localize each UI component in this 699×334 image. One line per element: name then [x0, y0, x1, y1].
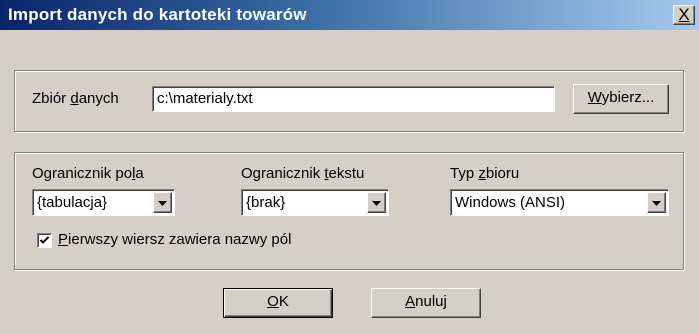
text-delimiter-dropdown-button[interactable] [367, 192, 386, 213]
text-delimiter-value: {brak} [246, 194, 286, 211]
ok-button[interactable]: OK [223, 288, 333, 318]
header-row-label[interactable]: Pierwszy wiersz zawiera nazwy pól [58, 231, 291, 248]
field-delimiter-dropdown-button[interactable] [153, 192, 172, 213]
file-type-value: Windows (ANSI) [455, 194, 566, 211]
close-icon: X [678, 5, 690, 24]
file-type-label: Typ zbioru [450, 165, 520, 182]
field-delimiter-label: Ogranicznik pola [32, 165, 144, 182]
text-delimiter-label: Ogranicznik tekstu [241, 165, 365, 182]
chevron-down-icon [652, 201, 661, 206]
browse-button[interactable]: Wybierz... [573, 84, 669, 114]
window-title: Import danych do kartoteki towarów [8, 5, 307, 24]
dataset-label: Zbiór danych [32, 90, 119, 107]
checkmark-icon [39, 236, 50, 244]
field-delimiter-select[interactable]: {tabulacja} [32, 189, 175, 216]
close-button[interactable]: X [673, 5, 695, 25]
chevron-down-icon [158, 201, 167, 206]
dataset-path-field[interactable] [152, 86, 555, 112]
chevron-down-icon [372, 201, 381, 206]
field-delimiter-value: {tabulacja} [37, 194, 108, 211]
file-type-select[interactable]: Windows (ANSI) [450, 189, 669, 216]
dataset-path-input[interactable] [157, 90, 518, 107]
header-row-checkbox[interactable] [37, 233, 52, 248]
cancel-button[interactable]: Anuluj [371, 288, 481, 318]
text-delimiter-select[interactable]: {brak} [241, 189, 389, 216]
title-bar: Import danych do kartoteki towarów X [0, 0, 699, 30]
file-type-dropdown-button[interactable] [647, 192, 666, 213]
